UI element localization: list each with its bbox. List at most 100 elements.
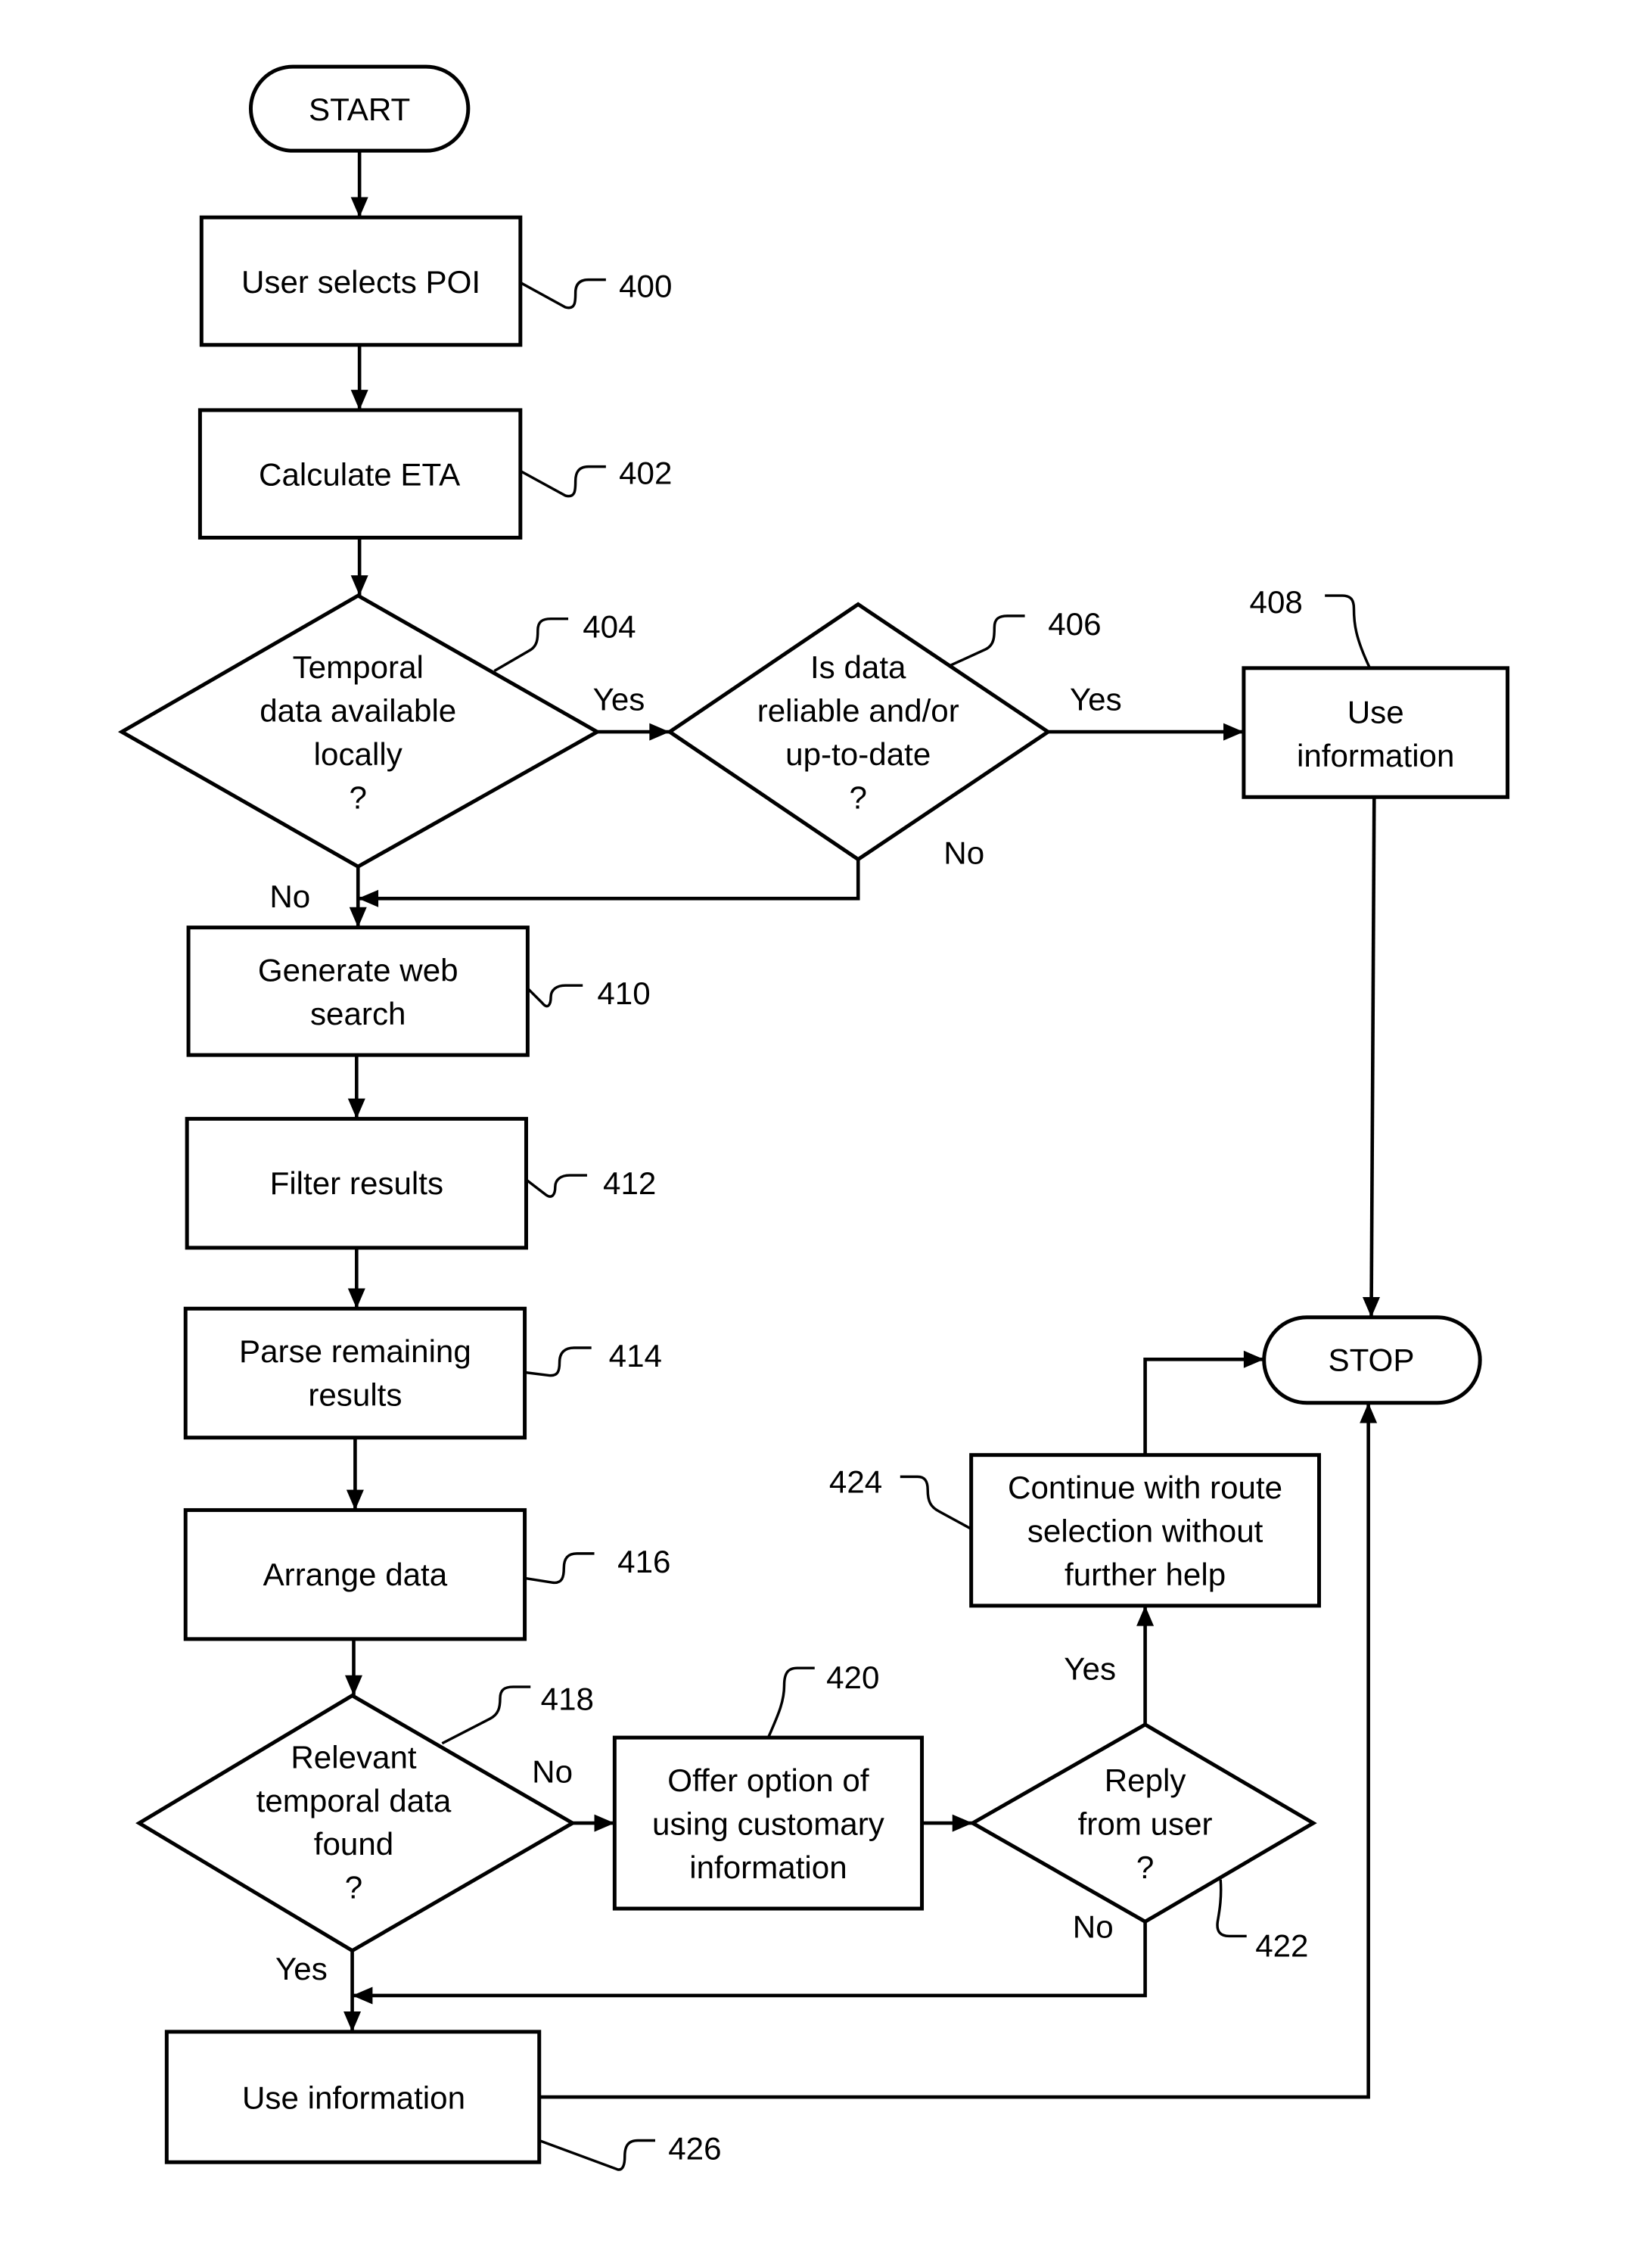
edge-424-stop — [1143, 1357, 1264, 1455]
ref-416: 416 — [617, 1544, 670, 1579]
ref-420: 420 — [826, 1660, 879, 1695]
node-label-line: Is data — [810, 649, 906, 685]
node-label-line: Use — [1347, 695, 1404, 730]
node-label-line: information — [689, 1850, 847, 1885]
ref-404: 404 — [583, 609, 636, 645]
ref-410: 410 — [597, 975, 650, 1011]
leader-424 — [900, 1475, 972, 1530]
node-label-line: temporal data — [256, 1783, 452, 1818]
node-label-line: ? — [1136, 1850, 1154, 1885]
arrowhead-down — [343, 2011, 362, 2032]
node-label-line: Generate web — [258, 952, 458, 988]
node-label-line: ? — [350, 780, 367, 816]
node-label-line: Parse remaining — [239, 1333, 471, 1369]
leader-426 — [539, 2139, 655, 2171]
node-label-line: User selects POI — [241, 264, 480, 300]
node-label-line: up-to-date — [785, 736, 931, 772]
ref-408: 408 — [1250, 584, 1303, 620]
arrowhead-right — [1223, 723, 1244, 741]
node-label-line: ? — [345, 1870, 362, 1906]
ref-412: 412 — [603, 1165, 656, 1201]
leader-412 — [525, 1174, 587, 1198]
node-label-line: Temporal — [293, 649, 424, 685]
arrowhead-down — [349, 907, 367, 928]
edge-label-404-no: No — [269, 879, 310, 914]
arrowhead-down — [350, 575, 368, 596]
node-label-line: from user — [1078, 1806, 1213, 1841]
leader-418 — [441, 1685, 531, 1745]
edge-label-418-no: No — [532, 1753, 573, 1789]
node-label-line: found — [314, 1826, 393, 1862]
arrowhead-left — [358, 889, 379, 907]
step-426-label: Use information — [242, 2080, 465, 2115]
edge-label-406-no: No — [943, 835, 984, 870]
leader-410 — [527, 984, 583, 1008]
arrowhead-up — [1360, 1402, 1378, 1423]
node-label-line: Reply — [1105, 1762, 1186, 1798]
start-label: START — [309, 92, 410, 127]
ref-424: 424 — [829, 1464, 882, 1499]
decision-418-diamond — [135, 1693, 577, 1953]
edge-label-404-yes: Yes — [593, 681, 645, 717]
leader-400 — [519, 278, 606, 310]
step-402-label: Calculate ETA — [259, 457, 461, 493]
arrowhead-down — [347, 1288, 365, 1309]
leader-402 — [519, 465, 606, 498]
node-label-line: using customary — [652, 1806, 884, 1841]
leader-408 — [1325, 594, 1372, 669]
step-412-label: Filter results — [270, 1165, 443, 1201]
arrowhead-down — [1362, 1296, 1380, 1318]
node-label-line: Relevant — [291, 1739, 417, 1775]
node-label-line: Continue with route — [1008, 1470, 1282, 1505]
edge-label-418-yes: Yes — [275, 1951, 328, 1986]
node-label-line: locally — [314, 736, 403, 772]
decision-404-diamond — [117, 593, 601, 870]
arrowhead-down — [347, 1098, 365, 1119]
leader-420 — [766, 1666, 815, 1738]
node-label-line: START — [309, 92, 410, 127]
node-label-line: selection without — [1027, 1514, 1263, 1549]
ref-406: 406 — [1048, 606, 1101, 642]
node-label-line: search — [310, 996, 406, 1031]
leader-422 — [1216, 1879, 1247, 1938]
leader-416 — [524, 1552, 595, 1585]
node-label-line: Use information — [242, 2080, 465, 2115]
step-414-box — [183, 1306, 527, 1440]
node-label-line: STOP — [1328, 1342, 1414, 1378]
step-408-box — [1242, 666, 1510, 799]
edge-406-410 — [358, 859, 860, 901]
ref-414: 414 — [609, 1338, 662, 1374]
arrowhead-down — [350, 197, 368, 218]
leader-404 — [493, 617, 569, 673]
node-label-line: further help — [1065, 1557, 1226, 1592]
ref-426: 426 — [668, 2130, 721, 2166]
stop-label: STOP — [1328, 1342, 1414, 1378]
ref-402: 402 — [619, 456, 672, 491]
step-400-label: User selects POI — [241, 264, 480, 300]
node-label-line: Filter results — [270, 1165, 443, 1201]
edge-422-426 — [352, 1921, 1147, 1998]
node-label-line: information — [1297, 738, 1454, 773]
edge-408-stop — [1369, 797, 1376, 1318]
flowchart-diagram: 400 402 404 406 408 410 412 414 416 418 … — [117, 64, 1510, 2171]
ref-400: 400 — [619, 269, 672, 304]
leader-414 — [524, 1346, 592, 1377]
arrowhead-right — [594, 1814, 615, 1832]
ref-418: 418 — [541, 1682, 594, 1717]
node-label-line: ? — [850, 780, 867, 816]
step-410-box — [186, 926, 530, 1057]
leader-406 — [950, 614, 1025, 667]
arrowhead-left — [352, 1986, 373, 2005]
node-label-line: reliable and/or — [757, 693, 959, 729]
arrowhead-down — [346, 1489, 364, 1510]
arrowhead-down — [344, 1675, 362, 1696]
step-416-label: Arrange data — [263, 1557, 448, 1592]
node-label-line: Offer option of — [667, 1762, 869, 1798]
node-label-line: results — [308, 1377, 402, 1413]
edge-label-422-yes: Yes — [1064, 1651, 1116, 1687]
arrowhead-down — [350, 390, 368, 410]
node-label-line: Calculate ETA — [259, 457, 461, 493]
edge-label-406-yes: Yes — [1070, 681, 1122, 717]
arrowhead-up — [1136, 1605, 1155, 1626]
node-label-line: Arrange data — [263, 1557, 448, 1592]
